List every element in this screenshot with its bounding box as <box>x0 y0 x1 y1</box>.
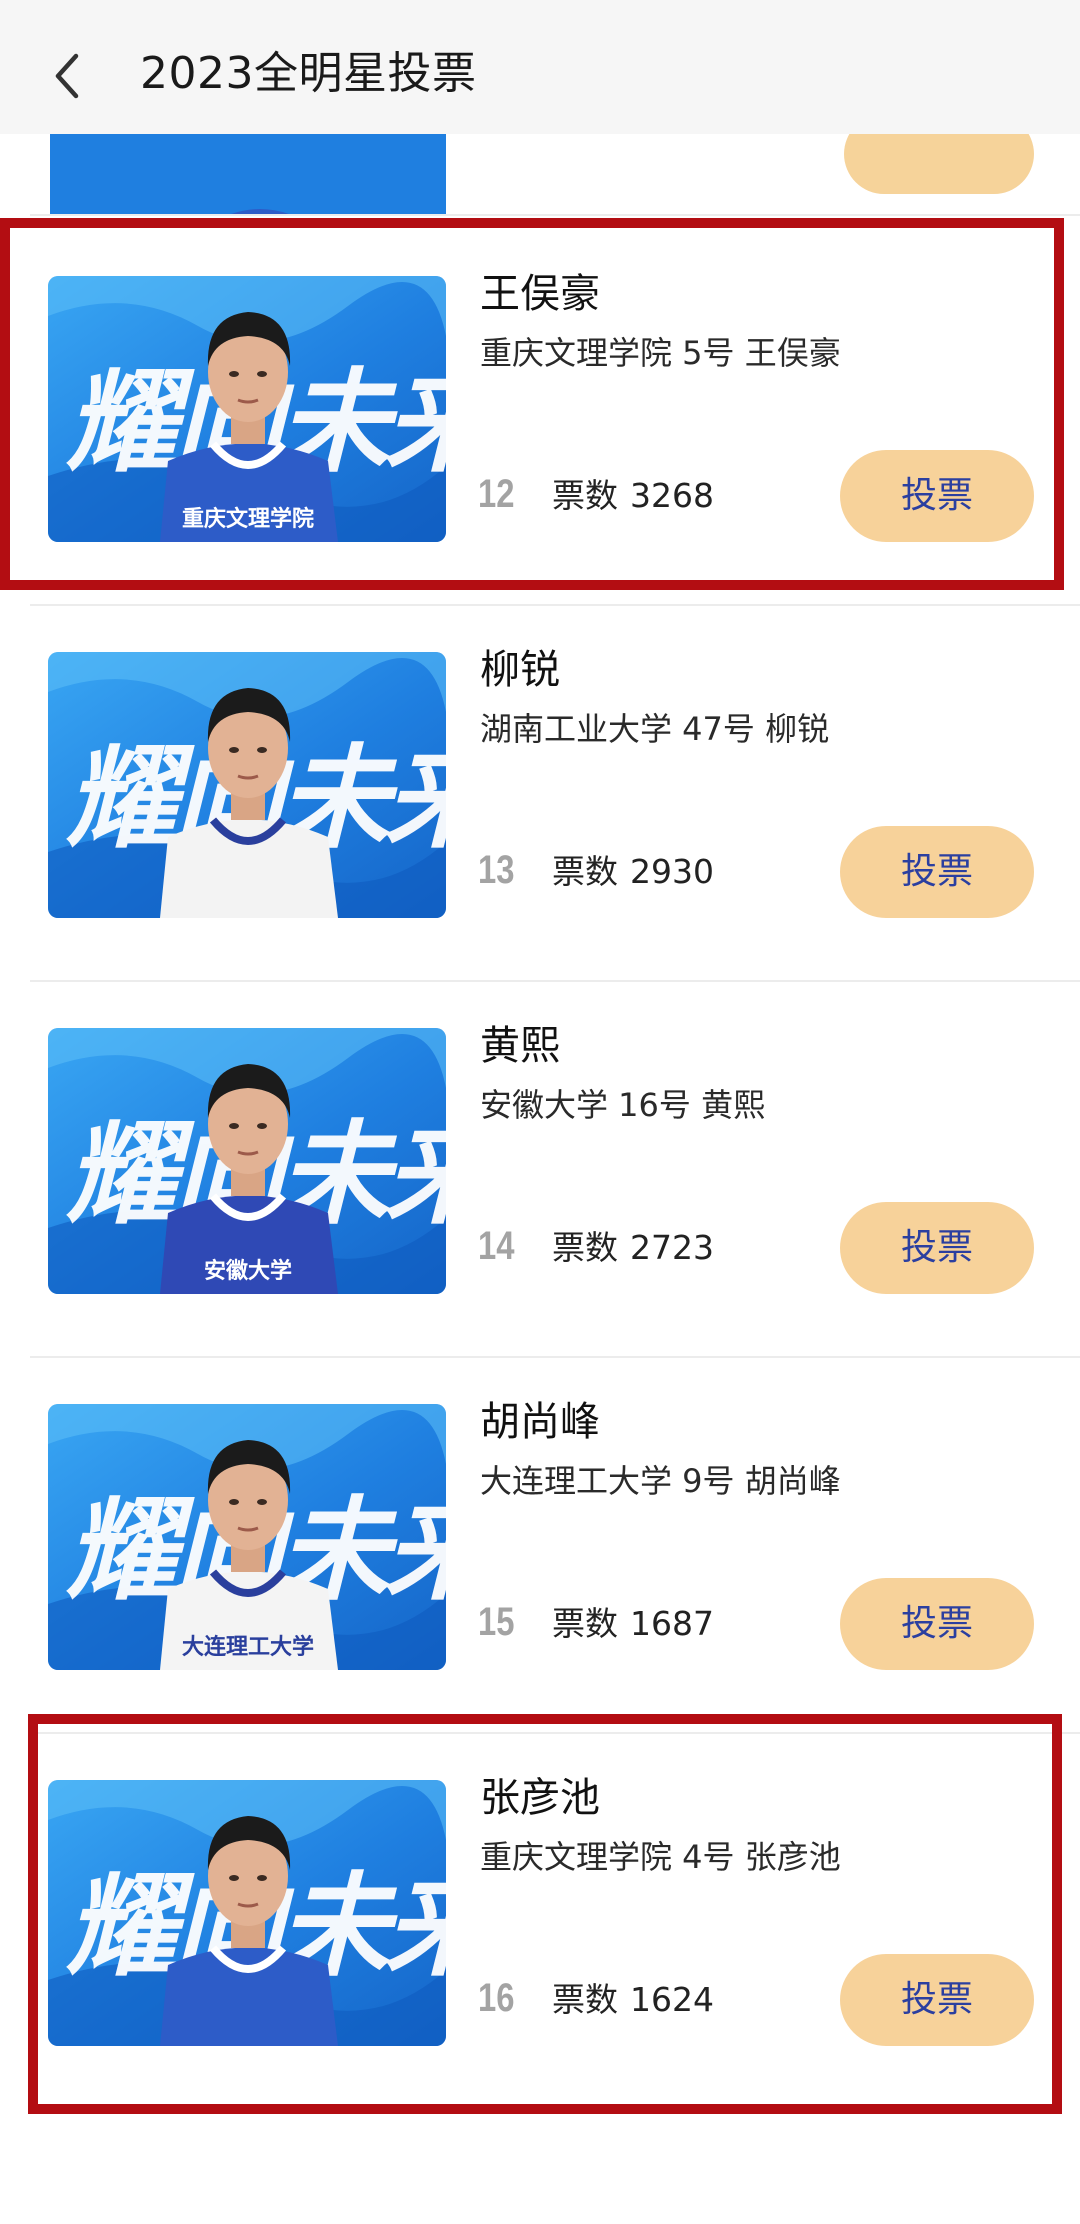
vote-count: 2930 <box>630 852 714 891</box>
svg-text:安徽大学: 安徽大学 <box>204 1258 292 1284</box>
player-description: 湖南工业大学 47号 柳锐 <box>480 710 830 748</box>
votes-label: 票数 <box>552 852 618 891</box>
player-poster-image[interactable]: 耀向未来 <box>48 1780 446 2046</box>
player-poster-image[interactable]: 耀向未来 大连理工大学 <box>48 1404 446 1670</box>
votes-label: 票数 <box>552 1604 618 1643</box>
player-card[interactable]: 耀向未来 重庆文理学院 王俣豪重庆文理学院 5号 王俣豪 12 票数 3268 投票 <box>0 228 1080 604</box>
vote-button[interactable]: 投票 <box>840 1578 1034 1670</box>
player-rank: 12 <box>478 472 515 516</box>
player-description: 安徽大学 16号 黄熙 <box>480 1086 766 1124</box>
divider <box>30 214 1080 216</box>
votes-label: 票数 <box>552 1228 618 1267</box>
player-rank: 13 <box>478 848 515 892</box>
player-name: 张彦池 <box>480 1775 600 1821</box>
player-card[interactable]: 耀向未来 张彦池重庆文理学院 4号 张彦池 16 票数 1624 投票 <box>0 1732 1080 2108</box>
app-header: 2023全明星投票 <box>0 0 1080 134</box>
previous-list-item-partial <box>0 134 1080 214</box>
vote-button[interactable]: 投票 <box>840 826 1034 918</box>
player-name: 黄熙 <box>480 1023 560 1069</box>
player-poster-image[interactable]: 耀向未来 <box>48 652 446 918</box>
vote-button[interactable]: 投票 <box>840 1202 1034 1294</box>
player-description: 大连理工大学 9号 胡尚峰 <box>480 1462 841 1500</box>
player-rank: 14 <box>478 1224 515 1268</box>
player-poster-image[interactable]: 耀向未来 安徽大学 <box>48 1028 446 1294</box>
vote-button[interactable]: 投票 <box>840 1954 1034 2046</box>
player-poster-image <box>50 134 446 214</box>
vote-count: 1624 <box>630 1980 714 2019</box>
svg-text:重庆文理学院: 重庆文理学院 <box>182 506 314 532</box>
player-description: 重庆文理学院 4号 张彦池 <box>480 1838 841 1876</box>
player-poster-image[interactable]: 耀向未来 重庆文理学院 <box>48 276 446 542</box>
back-arrow-icon[interactable] <box>48 52 88 100</box>
player-name: 柳锐 <box>480 647 560 693</box>
vote-count: 1687 <box>630 1604 714 1643</box>
votes-label: 票数 <box>552 476 618 515</box>
votes-label: 票数 <box>552 1980 618 2019</box>
player-description: 重庆文理学院 5号 王俣豪 <box>480 334 841 372</box>
player-rank: 15 <box>478 1600 515 1644</box>
vote-button[interactable]: 投票 <box>840 450 1034 542</box>
vote-count: 2723 <box>630 1228 714 1267</box>
vote-button-partial[interactable] <box>844 134 1034 194</box>
player-name: 王俣豪 <box>480 271 600 317</box>
player-name: 胡尚峰 <box>480 1399 600 1445</box>
player-card[interactable]: 耀向未来 大连理工大学 胡尚峰大连理工大学 9号 胡尚峰 15 票数 1687 投票 <box>0 1356 1080 1732</box>
player-rank: 16 <box>478 1976 515 2020</box>
svg-text:大连理工大学: 大连理工大学 <box>182 1634 314 1660</box>
page-title: 2023全明星投票 <box>140 48 477 99</box>
vote-count: 3268 <box>630 476 714 515</box>
player-card[interactable]: 耀向未来 安徽大学 黄熙安徽大学 16号 黄熙 14 票数 2723 投票 <box>0 980 1080 1356</box>
player-card[interactable]: 耀向未来 柳锐湖南工业大学 47号 柳锐 13 票数 2930 投票 <box>0 604 1080 980</box>
